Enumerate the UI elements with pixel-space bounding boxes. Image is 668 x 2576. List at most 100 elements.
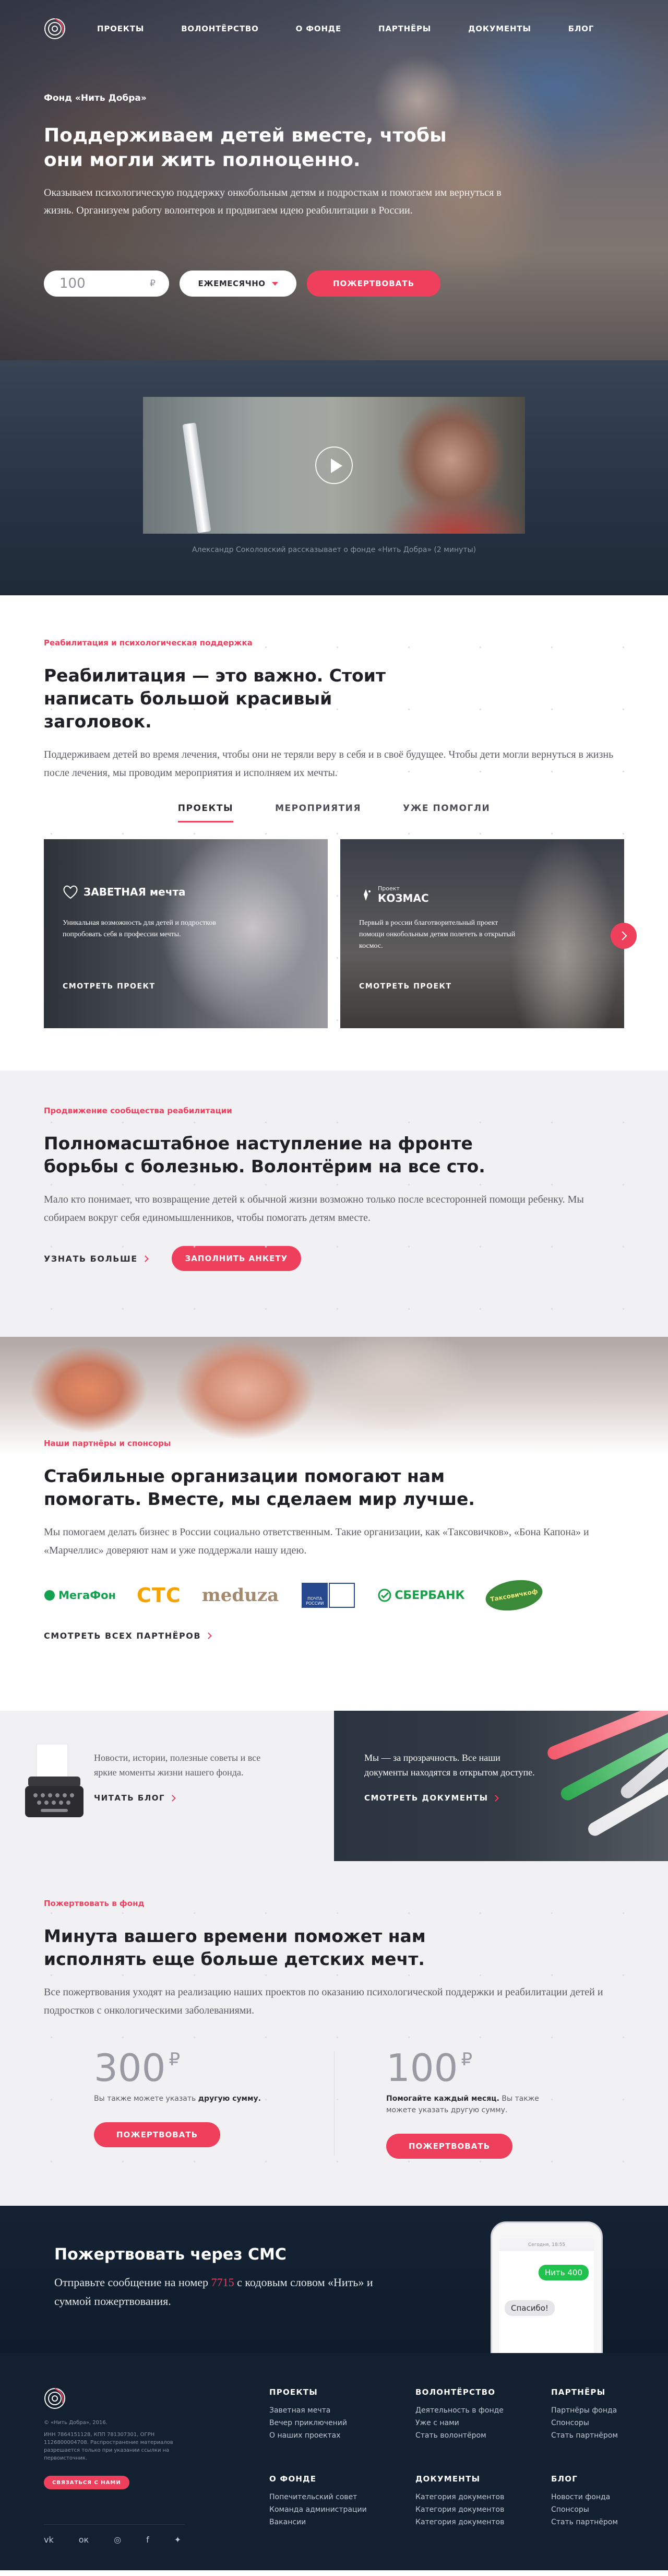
card-more-link[interactable]: СМОТРЕТЬ ПРОЕКТ	[63, 982, 156, 991]
video-player[interactable]	[143, 397, 525, 534]
sms-text: Отправьте сообщение на номер 7715 с кодо…	[54, 2276, 373, 2308]
community-section: Продвижение сообщества реабилитации Полн…	[0, 1071, 668, 1337]
footer-link[interactable]: Категория документов	[415, 2503, 535, 2516]
footer-col-volunteering: ВОЛОНТЁРСТВО Деятельность в фонде Уже с …	[415, 2387, 535, 2442]
footer-link[interactable]: Стать волонтёром	[415, 2429, 535, 2442]
partners-text: Мы помогаем делать бизнес в России социа…	[44, 1526, 589, 1556]
footer-link[interactable]: Деятельность в фонде	[415, 2404, 535, 2417]
footer-link[interactable]: Попечительский совет	[269, 2491, 389, 2503]
donate-amount-300[interactable]: 300 ₽	[94, 2046, 336, 2090]
sms-number: 7715	[211, 2276, 234, 2289]
logo-icon[interactable]	[44, 18, 66, 40]
footer: © «Нить Добра», 2016. ИНН 7864151128, КП…	[0, 2353, 668, 2570]
footer-link[interactable]: Новости фонда	[551, 2491, 668, 2503]
hero-donate-button[interactable]: ПОЖЕРТВОВАТЬ	[307, 270, 440, 297]
card-description: Уникальная возможность для детей и подро…	[63, 919, 216, 938]
period-select[interactable]: ЕЖЕМЕСЯЧНО	[180, 270, 296, 297]
logo-stc[interactable]: СТС	[137, 1580, 181, 1611]
divider	[334, 2051, 335, 2156]
video-section: Александр Соколовский рассказывает о фон…	[0, 360, 668, 595]
play-icon[interactable]	[315, 446, 353, 484]
tab-projects[interactable]: ПРОЕКТЫ	[177, 803, 234, 822]
donate-text: Все пожертвования уходят на реализацию н…	[44, 1986, 603, 2016]
sms-out-bubble: Нить 400	[538, 2265, 589, 2280]
footer-col-about: О ФОНДЕ Попечительский совет Команда адм…	[269, 2474, 389, 2528]
logo-megafon[interactable]: МегаФон	[44, 1580, 116, 1611]
read-blog-link[interactable]: ЧИТАТЬ БЛОГ	[94, 1793, 176, 1803]
nav-blog[interactable]: БЛОГ	[568, 24, 594, 33]
contact-us-button[interactable]: СВЯЗАТЬСЯ С НАМИ	[44, 2476, 129, 2489]
partners-hands-image	[0, 1337, 668, 1454]
twitter-icon[interactable]: ✦	[174, 2535, 181, 2545]
footer-link[interactable]: Категория документов	[415, 2516, 535, 2528]
footer-link[interactable]: Категория документов	[415, 2491, 535, 2503]
heart-hands-icon	[63, 885, 78, 899]
card-logo-text: ЗАВЕТНАЯ мечта	[84, 886, 186, 898]
footer-link[interactable]: Спонсоры	[551, 2417, 668, 2429]
rehab-section: Реабилитация и психологическая поддержка…	[0, 595, 668, 1071]
chevron-right-icon	[205, 1632, 212, 1639]
logo-meduza[interactable]: meduza	[202, 1580, 279, 1611]
see-docs-link[interactable]: СМОТРЕТЬ ДОКУМЕНТЫ	[364, 1793, 499, 1803]
donate-note: Вы также можете указать другую сумму.	[94, 2095, 261, 2103]
logo-pochta[interactable]: ПОЧТА РОССИИ	[300, 1580, 357, 1611]
nav-volunteering[interactable]: ВОЛОНТЁРСТВО	[181, 24, 258, 33]
fill-form-button[interactable]: ЗАПОЛНИТЬ АНКЕТУ	[171, 1246, 302, 1271]
hero-donate-form: 100 ₽ ЕЖЕМЕСЯЧНО ПОЖЕРТВОВАТЬ	[44, 270, 440, 297]
footer-link[interactable]: Команда администрации	[269, 2503, 389, 2516]
card-more-link[interactable]: СМОТРЕТЬ ПРОЕКТ	[359, 982, 452, 991]
learn-more-label: УЗНАТЬ БОЛЬШЕ	[44, 1253, 138, 1264]
logo-sberbank[interactable]: СБЕРБАНК	[378, 1580, 464, 1611]
slider-next-button[interactable]	[611, 923, 637, 949]
footer-link[interactable]: О наших проектах	[269, 2429, 389, 2442]
amount-input[interactable]: 100 ₽	[44, 270, 169, 297]
ok-icon[interactable]: ок	[79, 2535, 89, 2545]
sms-in-bubble: Спасибо!	[505, 2300, 555, 2316]
learn-more-link[interactable]: УЗНАТЬ БОЛЬШЕ	[44, 1253, 149, 1264]
nav-documents[interactable]: ДОКУМЕНТЫ	[468, 24, 531, 33]
donate-once-button[interactable]: ПОЖЕРТВОВАТЬ	[94, 2122, 220, 2147]
instagram-icon[interactable]: ◎	[114, 2535, 121, 2545]
nav-about[interactable]: О ФОНДЕ	[296, 24, 341, 33]
card-logo-sub: Проект	[378, 885, 400, 892]
nav-projects[interactable]: ПРОЕКТЫ	[97, 24, 144, 33]
footer-link[interactable]: Уже с нами	[415, 2417, 535, 2429]
project-card-dream[interactable]: ЗАВЕТНАЯ мечта Уникальная возможность дл…	[44, 839, 328, 1028]
footer-link[interactable]: Стать партнёром	[551, 2429, 668, 2442]
project-card-kozmas[interactable]: Проект КОЗМАС Первый в россии благотвори…	[340, 839, 624, 1028]
vk-icon[interactable]: vk	[44, 2535, 54, 2545]
all-partners-link[interactable]: СМОТРЕТЬ ВСЕХ ПАРТНЁРОВ	[44, 1631, 212, 1641]
all-partners-label: СМОТРЕТЬ ВСЕХ ПАРТНЁРОВ	[44, 1631, 201, 1641]
video-thumbnail-object	[182, 422, 211, 533]
donate-amount-100[interactable]: 100 ₽	[386, 2046, 628, 2090]
footer-link[interactable]: Вакансии	[269, 2516, 389, 2528]
donate-title: Минута вашего времени поможет нам исполн…	[44, 1926, 426, 1969]
facebook-icon[interactable]: f	[146, 2535, 149, 2545]
project-cards: ЗАВЕТНАЯ мечта Уникальная возможность дл…	[44, 839, 668, 1028]
tab-helped[interactable]: УЖЕ ПОМОГЛИ	[403, 803, 490, 822]
footer-link[interactable]: Спонсоры	[551, 2503, 668, 2516]
chevron-right-icon	[169, 1794, 176, 1802]
footer-link[interactable]: Вечер приключений	[269, 2417, 389, 2429]
rehab-title: Реабилитация — это важно. Стоит написать…	[44, 665, 386, 732]
donate-option-monthly: 100 ₽ Помогайте каждый месяц. Вы также мо…	[336, 2046, 628, 2159]
community-text: Мало кто понимает, что возвращение детей…	[44, 1194, 584, 1224]
top-nav: ПРОЕКТЫ ВОЛОНТЁРСТВО О ФОНДЕ ПАРТНЁРЫ ДО…	[0, 0, 668, 57]
logo-taksovichkof[interactable]: Таксовичкоф	[483, 1575, 545, 1615]
footer-link[interactable]: Стать партнёром	[551, 2516, 668, 2528]
nav-partners[interactable]: ПАРТНЁРЫ	[378, 24, 431, 33]
hero-text: Оказываем психологическую поддержку онко…	[44, 187, 502, 216]
donate-option-once: 300 ₽ Вы также можете указать другую сумм…	[44, 2046, 336, 2159]
tab-events[interactable]: МЕРОПРИЯТИЯ	[275, 803, 361, 822]
rehab-tabs: ПРОЕКТЫ МЕРОПРИЯТИЯ УЖЕ ПОМОГЛИ	[0, 803, 668, 822]
divider	[44, 2524, 185, 2525]
chevron-right-icon	[492, 1794, 499, 1802]
footer-logo-icon[interactable]	[44, 2387, 66, 2409]
read-blog-label: ЧИТАТЬ БЛОГ	[94, 1793, 165, 1803]
donate-monthly-button[interactable]: ПОЖЕРТВОВАТЬ	[386, 2134, 512, 2159]
footer-link[interactable]: Заветная мечта	[269, 2404, 389, 2417]
partners-title: Стабильные организации помогают нам помо…	[44, 1466, 475, 1509]
footer-link[interactable]: Партнёры фонда	[551, 2404, 668, 2417]
footer-legal: ИНН 7864151128, КПП 781307301, ОГРН 1126…	[44, 2432, 173, 2461]
blog-docs-section: Новости, истории, полезные советы и все …	[0, 1711, 668, 1861]
